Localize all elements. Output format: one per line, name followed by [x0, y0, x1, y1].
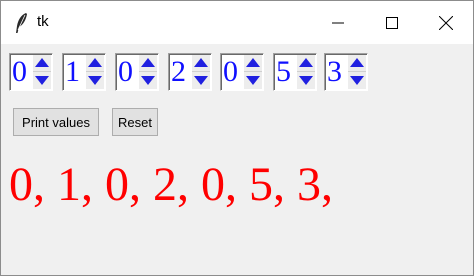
reset-button[interactable]: Reset: [112, 108, 158, 136]
spin-down-button[interactable]: [348, 72, 366, 89]
arrow-down-icon: [88, 76, 102, 85]
spin-down-button[interactable]: [297, 72, 315, 89]
arrow-up-icon: [88, 58, 102, 67]
spinbox-value[interactable]: 0: [223, 55, 238, 89]
arrow-up-icon: [246, 58, 260, 67]
spinbox-value[interactable]: 5: [276, 55, 291, 89]
spinbox-value[interactable]: 0: [118, 55, 133, 89]
spin-down-button[interactable]: [33, 72, 51, 89]
arrow-up-icon: [141, 58, 155, 67]
main-area: 0 1 0 2 0 5 3 Print values Reset 0, 1, 0…: [1, 44, 473, 275]
spinbox-value[interactable]: 0: [12, 55, 27, 89]
arrow-up-icon: [299, 58, 313, 67]
spin-down-button[interactable]: [139, 72, 157, 89]
spinbox-value[interactable]: 1: [65, 55, 80, 89]
close-button[interactable]: [419, 1, 473, 44]
arrow-down-icon: [350, 76, 364, 85]
arrow-up-icon: [350, 58, 364, 67]
window-title: tk: [37, 13, 49, 30]
spinbox-3[interactable]: 0: [115, 53, 159, 91]
spin-up-button[interactable]: [86, 55, 104, 72]
spinbox-4[interactable]: 2: [168, 53, 212, 91]
maximize-button[interactable]: [365, 1, 419, 44]
minimize-button[interactable]: [311, 1, 365, 44]
spinbox-value[interactable]: 3: [327, 55, 342, 89]
spinbox-1[interactable]: 0: [9, 53, 53, 91]
spinbox-value[interactable]: 2: [171, 55, 186, 89]
arrow-down-icon: [35, 76, 49, 85]
arrow-down-icon: [246, 76, 260, 85]
feather-icon: [13, 12, 31, 34]
title-bar[interactable]: tk: [1, 1, 473, 44]
tk-window: tk 0 1 0 2 0 5 3 Print values Reset 0, 1…: [0, 0, 474, 276]
arrow-down-icon: [141, 76, 155, 85]
spin-down-button[interactable]: [192, 72, 210, 89]
minimize-icon: [332, 22, 344, 23]
arrow-down-icon: [194, 76, 208, 85]
spin-up-button[interactable]: [192, 55, 210, 72]
maximize-icon: [386, 16, 398, 29]
spinbox-7[interactable]: 3: [324, 53, 368, 91]
spin-up-button[interactable]: [297, 55, 315, 72]
print-values-button[interactable]: Print values: [13, 108, 99, 136]
arrow-up-icon: [35, 58, 49, 67]
close-icon: [439, 15, 453, 30]
spinbox-5[interactable]: 0: [220, 53, 264, 91]
spin-up-button[interactable]: [33, 55, 51, 72]
spin-down-button[interactable]: [86, 72, 104, 89]
spin-down-button[interactable]: [244, 72, 262, 89]
output-label: 0, 1, 0, 2, 0, 5, 3,: [9, 158, 333, 211]
arrow-down-icon: [299, 76, 313, 85]
spinbox-2[interactable]: 1: [62, 53, 106, 91]
spin-up-button[interactable]: [244, 55, 262, 72]
arrow-up-icon: [194, 58, 208, 67]
spinbox-6[interactable]: 5: [273, 53, 317, 91]
spin-up-button[interactable]: [139, 55, 157, 72]
spin-up-button[interactable]: [348, 55, 366, 72]
